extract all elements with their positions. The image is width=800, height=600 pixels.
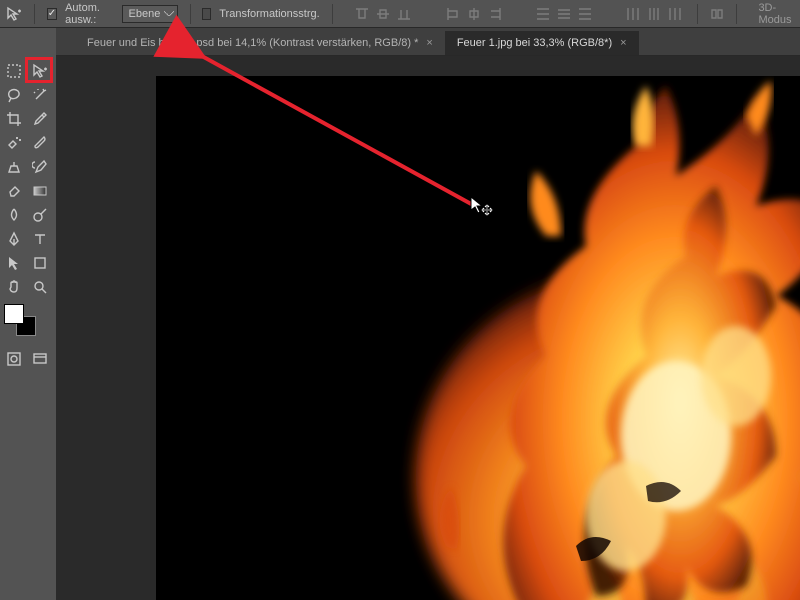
pen-icon[interactable] [2,228,26,250]
divider [332,4,333,24]
align-right-icon[interactable] [485,4,505,24]
divider [34,4,35,24]
tab-label: Feuer 1.jpg bei 33,3% (RGB/8*) [457,37,612,49]
align-vcenter-icon[interactable] [373,4,393,24]
options-bar: ✓ Autom. ausw.: Ebene Transformationsstr… [0,0,800,28]
quickmask-icon[interactable] [2,348,26,370]
spot-heal-icon[interactable] [2,132,26,154]
tutorial-highlight [25,57,53,83]
document-tabbar: Feuer und Eis by MDLpsd bei 14,1% (Kontr… [0,28,800,56]
align-top-icon[interactable] [352,4,372,24]
tab-label: Feuer und Eis by MDLpsd bei 14,1% (Kontr… [87,37,418,49]
tools-panel [0,28,56,600]
lasso-icon[interactable] [2,84,26,106]
dist-left-icon[interactable] [623,4,643,24]
type-icon[interactable] [28,228,52,250]
divider [190,4,191,24]
gradient-icon[interactable] [28,180,52,202]
dist-vcenter-icon[interactable] [554,4,574,24]
path-select-icon[interactable] [2,252,26,274]
mode-3d-label[interactable]: 3D-Modus [758,2,794,26]
dist-right-icon[interactable] [665,4,685,24]
fire-image [336,76,800,600]
divider [736,4,737,24]
dist-top-icon[interactable] [533,4,553,24]
align-hcenter-icon[interactable] [464,4,484,24]
foreground-swatch[interactable] [4,304,24,324]
close-icon[interactable]: × [426,37,432,49]
transform-label: Transformationsstrg. [219,8,319,20]
align-group-vertical [352,4,414,24]
clone-stamp-icon[interactable] [2,156,26,178]
align-group-horizontal [443,4,505,24]
move-icon[interactable] [28,60,52,82]
dist-bottom-icon[interactable] [575,4,595,24]
layer-select[interactable]: Ebene [122,5,178,23]
distribute-group [533,4,595,24]
move-tool-indicator-icon [6,4,22,24]
auto-select-label: Autom. ausw.: [65,2,113,26]
shape-icon[interactable] [28,252,52,274]
document-tab[interactable]: Feuer und Eis by MDLpsd bei 14,1% (Kontr… [75,31,445,55]
brush-icon[interactable] [28,132,52,154]
main-area [0,56,800,600]
zoom-icon[interactable] [28,276,52,298]
color-swatches[interactable] [2,304,42,340]
align-bottom-icon[interactable] [394,4,414,24]
dist-hcenter-icon[interactable] [644,4,664,24]
auto-select-checkbox[interactable]: ✓ [47,8,57,20]
divider [697,4,698,24]
blur-icon[interactable] [2,204,26,226]
eraser-icon[interactable] [2,180,26,202]
marquee-icon[interactable] [2,60,26,82]
align-left-icon[interactable] [443,4,463,24]
hand-icon[interactable] [2,276,26,298]
document-canvas[interactable] [156,76,800,600]
document-tab[interactable]: Feuer 1.jpg bei 33,3% (RGB/8*) × [445,31,639,55]
canvas-viewport[interactable] [56,56,800,600]
screenmode-icon[interactable] [28,348,52,370]
transform-checkbox[interactable] [202,8,211,20]
eyedropper-icon[interactable] [28,108,52,130]
dodge-icon[interactable] [28,204,52,226]
distribute-group-h [623,4,685,24]
close-icon[interactable]: × [620,37,626,49]
crop-icon[interactable] [2,108,26,130]
auto-align-icon[interactable] [710,4,724,24]
magic-wand-icon[interactable] [28,84,52,106]
history-brush-icon[interactable] [28,156,52,178]
